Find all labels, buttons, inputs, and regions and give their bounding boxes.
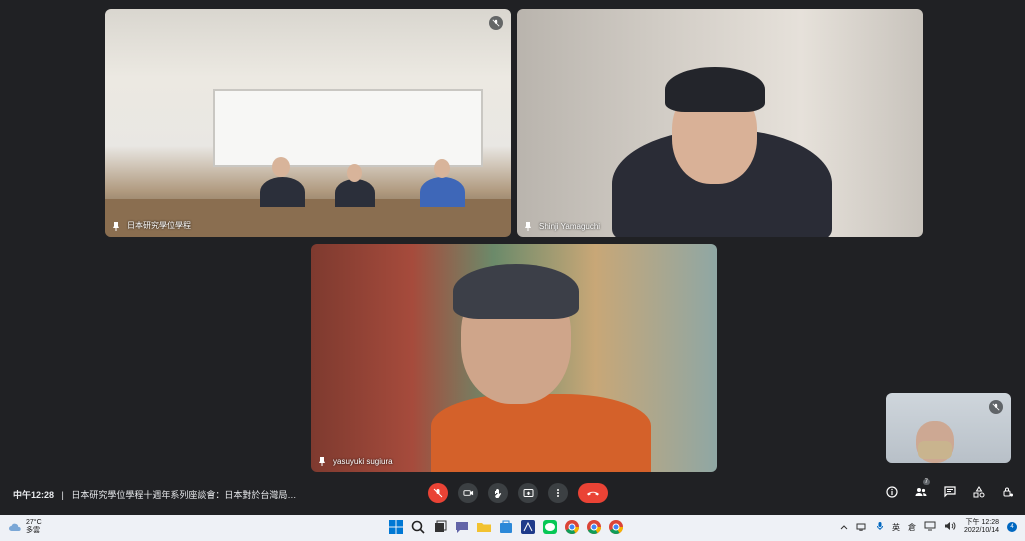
meeting-time: 中午12:28	[13, 490, 55, 500]
meeting-title: 日本研究學位學程十週年系列座談會：日本對於台灣局…	[71, 490, 297, 500]
self-view-tile[interactable]	[886, 393, 1011, 463]
teams-chat-icon	[456, 522, 468, 533]
present-icon	[523, 489, 533, 497]
meeting-details-button[interactable]	[885, 485, 899, 499]
network-icon[interactable]	[856, 521, 868, 533]
participant-figure	[335, 179, 375, 207]
camera-icon	[462, 490, 473, 496]
display-icon[interactable]	[924, 521, 936, 533]
folder-icon	[477, 523, 491, 532]
clock-date: 2022/10/14	[963, 527, 999, 534]
call-controls	[428, 483, 608, 503]
host-controls-button[interactable]	[1001, 485, 1015, 499]
line-app-button[interactable]	[542, 519, 558, 535]
weather-desc: 多雲	[26, 527, 40, 534]
participant-body	[431, 394, 651, 472]
search-button[interactable]	[410, 519, 426, 535]
search-icon	[411, 520, 425, 534]
chrome-button[interactable]	[564, 519, 580, 535]
separator: |	[61, 490, 64, 500]
meeting-control-bar: 中午12:28 | 日本研究學位學程十週年系列座談會：日本對於台灣局… 7	[0, 479, 1025, 510]
more-vert-icon	[557, 489, 559, 497]
video-tile-yasuyuki[interactable]: yasuyuki sugiura	[311, 244, 717, 472]
meeting-info: 中午12:28 | 日本研究學位學程十週年系列座談會：日本對於台灣局…	[13, 488, 296, 501]
more-options-button[interactable]	[548, 483, 568, 503]
shapes-icon	[973, 486, 985, 498]
participants-button[interactable]: 7	[914, 479, 930, 499]
video-tile-shinji[interactable]: Shinji Yamaguchi	[517, 9, 923, 237]
tile-name-label: 日本研究學位學程	[111, 220, 191, 231]
tile-name-label: yasuyuki sugiura	[317, 456, 393, 466]
pin-icon	[111, 221, 121, 231]
input-method[interactable]: 倉	[908, 522, 916, 533]
chrome-icon	[609, 520, 623, 534]
chat-app-button[interactable]	[454, 519, 470, 535]
participant-hair	[453, 264, 579, 319]
participant-hair	[665, 67, 765, 112]
chat-button[interactable]	[943, 485, 957, 499]
windows-taskbar: 27°C 多雲 英 倉 下午 12:28 2022/10/14 4	[0, 515, 1025, 541]
activities-button[interactable]	[972, 485, 986, 499]
participant-figure	[420, 177, 465, 207]
mic-off-icon	[433, 488, 443, 498]
participant-face	[272, 157, 290, 177]
store-icon	[500, 520, 512, 533]
self-mask	[918, 441, 952, 459]
chrome-profile-button[interactable]	[608, 519, 624, 535]
notification-badge[interactable]: 4	[1007, 522, 1017, 532]
present-screen-button[interactable]	[518, 483, 538, 503]
windows-logo-icon	[389, 520, 403, 534]
chevron-up-icon[interactable]	[840, 523, 848, 532]
volume-icon[interactable]	[944, 521, 956, 533]
pin-icon	[523, 221, 533, 231]
app-button[interactable]	[520, 519, 536, 535]
line-icon	[543, 520, 557, 534]
lock-person-icon	[1003, 487, 1013, 497]
pin-icon	[317, 456, 327, 466]
participant-figure	[260, 177, 305, 207]
meet-stage: 日本研究學位學程 Shinji Yamaguchi yasuyuki sugiu…	[0, 0, 1025, 515]
system-tray: 英 倉 下午 12:28 2022/10/14 4	[840, 519, 1017, 535]
hand-icon	[495, 488, 502, 498]
toggle-camera-button[interactable]	[458, 483, 478, 503]
app-icon	[521, 520, 535, 534]
toggle-mic-button[interactable]	[428, 483, 448, 503]
participant-name: yasuyuki sugiura	[333, 456, 393, 466]
chrome-icon	[565, 520, 579, 534]
video-tile-room[interactable]: 日本研究學位學程	[105, 9, 511, 237]
chat-icon	[944, 486, 956, 498]
file-explorer-button[interactable]	[476, 519, 492, 535]
start-button[interactable]	[388, 519, 404, 535]
mic-off-icon	[489, 16, 503, 30]
task-view-button[interactable]	[432, 519, 448, 535]
taskbar-apps	[388, 519, 624, 535]
participants-count-badge: 7	[922, 479, 930, 485]
whiteboard	[213, 89, 483, 167]
leave-call-button[interactable]	[578, 483, 608, 503]
weather-widget[interactable]: 27°C 多雲	[8, 519, 42, 535]
hang-up-icon	[587, 491, 599, 496]
chrome-icon	[587, 520, 601, 534]
participant-name: Shinji Yamaguchi	[539, 221, 601, 231]
participant-name: 日本研究學位學程	[127, 221, 191, 230]
weather-temp: 27°C	[26, 519, 42, 526]
participant-face	[434, 159, 450, 178]
input-language[interactable]: 英	[892, 522, 900, 533]
tile-name-label: Shinji Yamaguchi	[523, 221, 600, 231]
raise-hand-button[interactable]	[488, 483, 508, 503]
task-view-icon	[435, 520, 447, 532]
microphone-icon[interactable]	[876, 521, 884, 533]
clock[interactable]: 下午 12:28 2022/10/14	[964, 519, 999, 535]
store-button[interactable]	[498, 519, 514, 535]
side-panel-controls: 7	[885, 479, 1015, 499]
clock-time: 下午 12:28	[965, 519, 999, 526]
chrome-profile-button[interactable]	[586, 519, 602, 535]
cloud-icon	[9, 523, 21, 531]
participant-face	[347, 164, 362, 182]
info-icon	[886, 486, 898, 498]
mic-off-icon	[989, 400, 1003, 414]
people-icon	[915, 488, 927, 496]
